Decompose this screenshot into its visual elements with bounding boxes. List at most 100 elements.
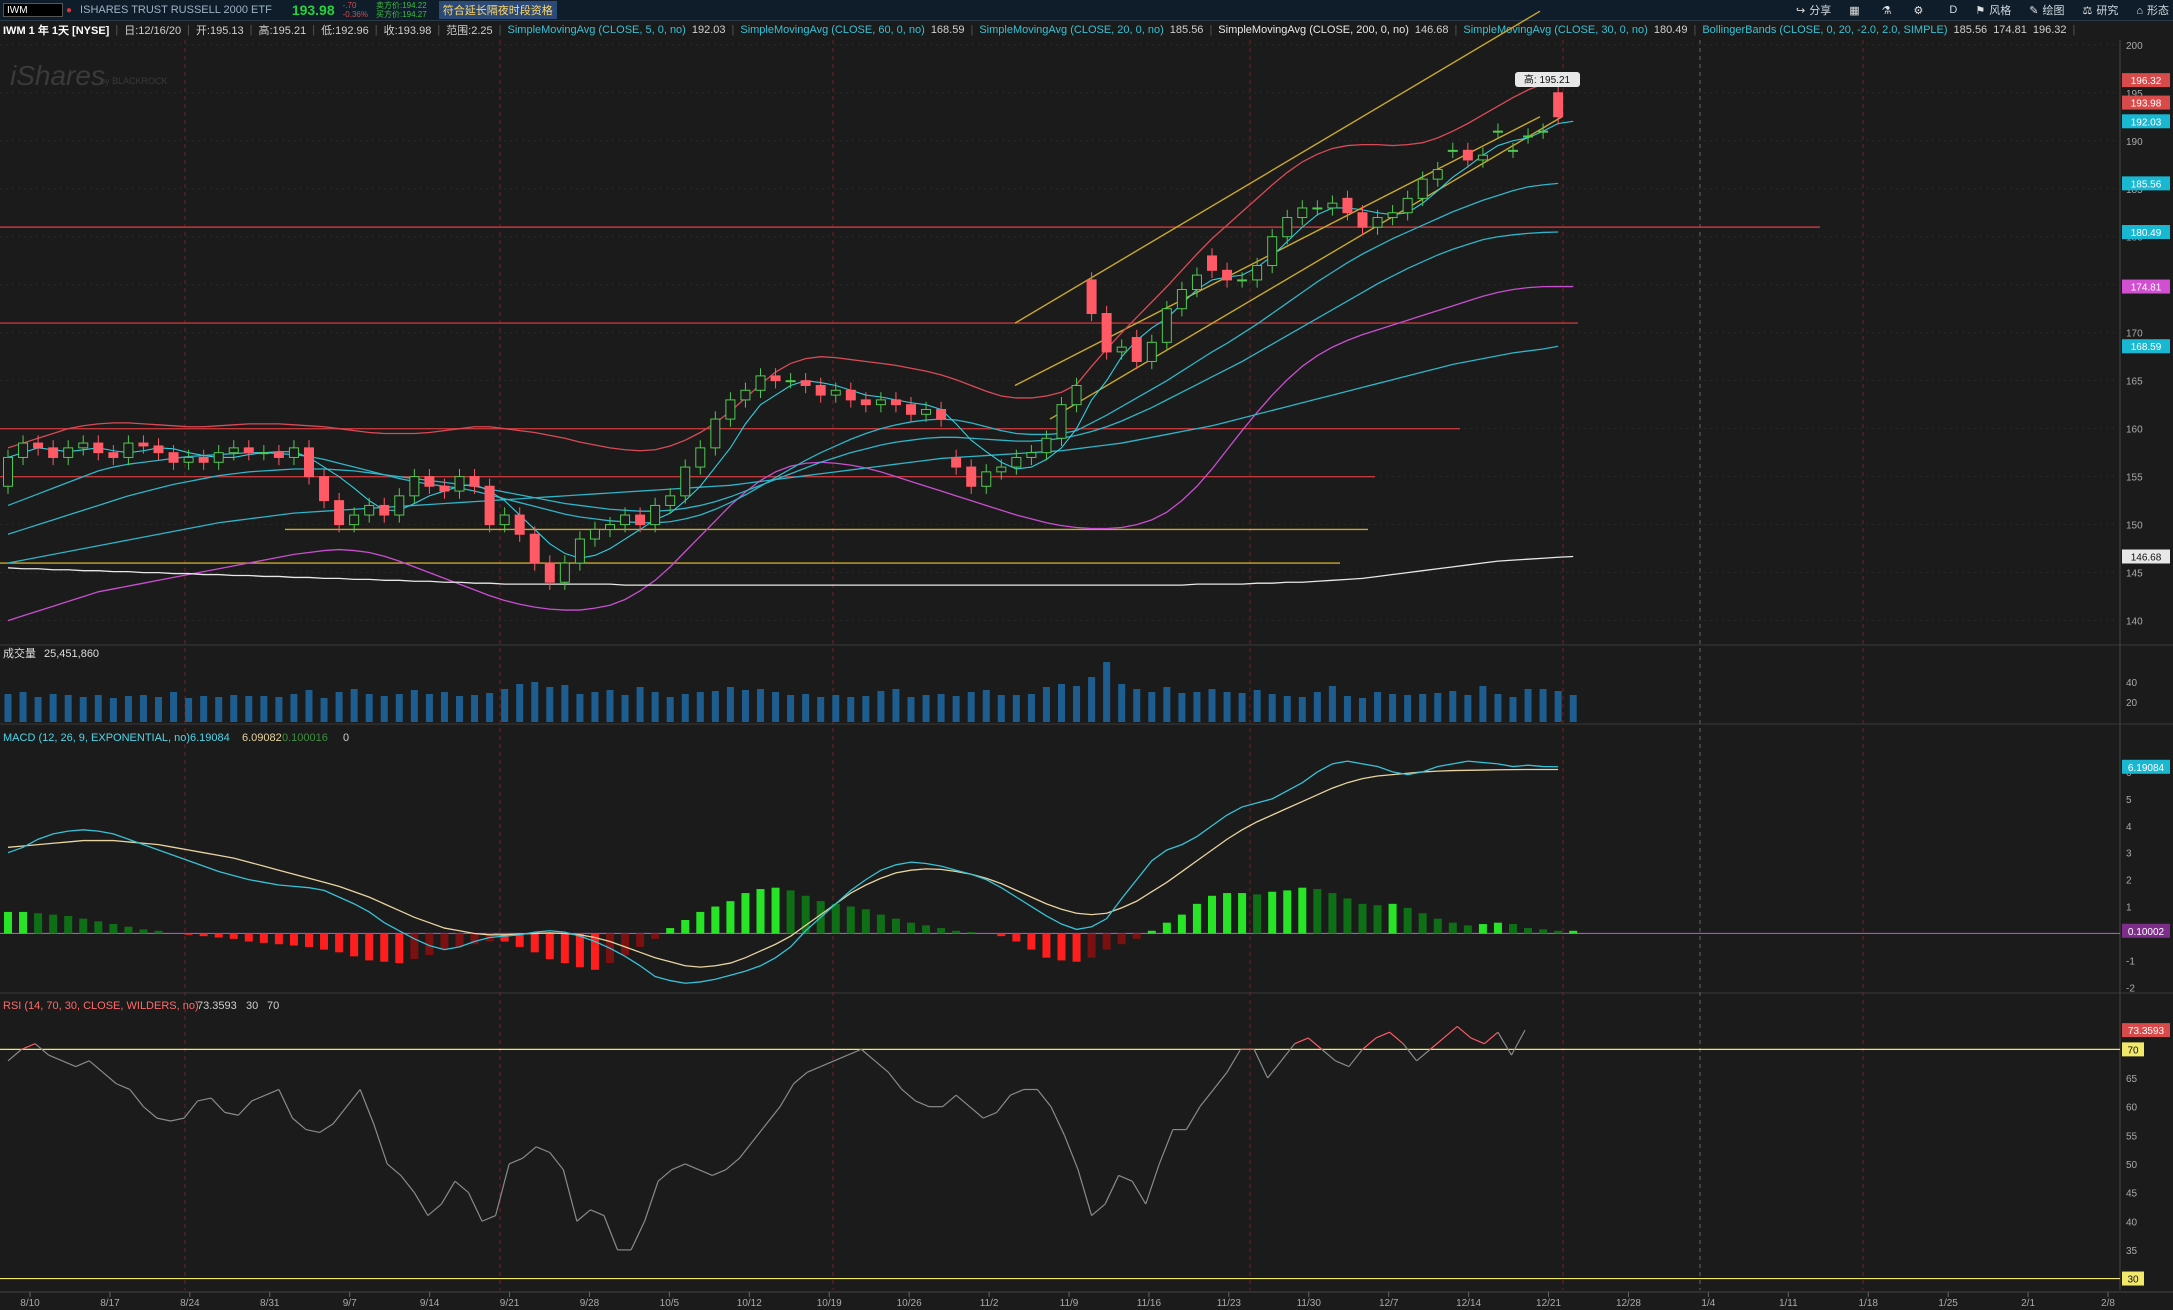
macd-histogram-bar: [922, 925, 931, 934]
volume-bar: [1434, 693, 1442, 722]
candle-body: [951, 456, 962, 468]
volume-title: 成交量: [3, 646, 36, 660]
rsi-line-segment: [265, 1088, 280, 1096]
rsi-tick-label: 35: [2126, 1246, 2138, 1257]
volume-bar: [726, 687, 734, 722]
rsi-line-segment: [346, 1089, 361, 1108]
volume-bar: [1133, 689, 1141, 722]
volume-bar: [260, 696, 268, 722]
rsi-line-segment: [536, 1146, 551, 1154]
macd-histogram-bar: [19, 911, 28, 934]
candle-body: [1237, 279, 1248, 282]
macd-histogram-bar: [681, 920, 690, 934]
rsi-value: 73.3593: [197, 1000, 237, 1012]
macd-histogram-bar: [1208, 895, 1216, 934]
rsi-line-segment: [793, 1071, 808, 1085]
candle-body: [544, 562, 555, 583]
price-label-text: 193.98: [2131, 99, 2162, 110]
macd-histogram-bar: [139, 929, 148, 934]
volume-bar: [155, 697, 162, 722]
rsi-line-segment: [1267, 1060, 1282, 1079]
candle-body: [605, 524, 615, 530]
x-tick-label: 10/26: [897, 1298, 922, 1309]
volume-bar: [1569, 695, 1577, 722]
volume-bar: [892, 689, 900, 722]
candle-body: [921, 408, 932, 415]
volume-bar: [34, 697, 42, 722]
trend-channel-line: [1014, 10, 1541, 324]
volume-bar: [49, 694, 57, 722]
volume-bar: [456, 696, 463, 722]
x-tick-label: 1/11: [1779, 1298, 1798, 1309]
candle-body: [243, 447, 254, 454]
macd-value: 6.09082: [242, 732, 282, 744]
rsi-line-segment: [75, 1060, 90, 1068]
candle-body: [981, 471, 992, 487]
rsi-line-segment: [1253, 1049, 1269, 1079]
price-tick-label: 170: [2126, 329, 2143, 340]
macd-histogram-bar: [1238, 893, 1247, 934]
volume-bar: [440, 692, 448, 722]
volume-bar: [215, 697, 223, 722]
candle-body: [1538, 130, 1549, 133]
rsi-line-segment: [833, 1054, 849, 1062]
volume-bar: [94, 695, 102, 722]
rsi-line-segment: [440, 1180, 456, 1205]
rsi-line-segment: [1321, 1048, 1336, 1062]
candle-body: [1101, 313, 1112, 353]
rsi-tick-label: 45: [2126, 1189, 2138, 1200]
x-tick-label: 11/2: [980, 1298, 999, 1309]
trend-channel-line: [1049, 116, 1563, 420]
rsi-line-segment: [508, 1157, 523, 1165]
volume-bar: [1359, 698, 1366, 722]
rsi-line-segment: [684, 1163, 700, 1171]
candle-body: [304, 447, 314, 478]
candle-body: [1071, 384, 1082, 406]
volume-bar: [64, 695, 72, 722]
macd-tick-label: -1: [2126, 956, 2135, 967]
candle-body: [1432, 169, 1443, 180]
rsi-line-segment: [210, 1097, 226, 1113]
volume-bar: [290, 694, 298, 722]
macd-histogram-bar: [1223, 893, 1232, 934]
rsi-line-segment: [1050, 1106, 1066, 1136]
macd-histogram-bar: [666, 928, 675, 934]
macd-histogram-bar: [1057, 933, 1066, 961]
rsi-line-segment: [116, 1083, 131, 1091]
candle-body: [936, 408, 947, 420]
macd-histogram-bar: [756, 889, 765, 934]
volume-bar: [1088, 677, 1096, 722]
rsi-line-segment: [1416, 1048, 1431, 1062]
rsi-line-segment: [1213, 1071, 1228, 1090]
macd-histogram-bar: [907, 922, 915, 934]
rsi-line-segment: [806, 1066, 821, 1073]
volume-bar: [1208, 689, 1216, 722]
macd-histogram-bar: [229, 933, 238, 939]
candle-body: [1267, 236, 1278, 267]
x-tick-label: 1/25: [1938, 1298, 1958, 1309]
macd-histogram-bar: [621, 933, 630, 955]
rsi-line-segment: [522, 1146, 537, 1159]
rsi-line-segment: [969, 1106, 984, 1119]
volume-bar: [395, 694, 403, 722]
volume-bar: [952, 696, 960, 722]
volume-bar: [335, 692, 343, 722]
rsi-line-segment: [1389, 1031, 1404, 1045]
macd-histogram-bar: [891, 918, 900, 934]
price-label-text: 174.81: [2131, 283, 2162, 294]
volume-bar: [1163, 687, 1171, 722]
volume-bar: [847, 697, 855, 722]
macd-histogram-bar: [1373, 905, 1382, 934]
candle-body: [1207, 255, 1217, 271]
volume-bar: [471, 695, 479, 722]
chart-canvas[interactable]: 200195190185180175170165160155150145140i…: [0, 0, 2173, 1310]
volume-bar: [531, 682, 539, 722]
candle-body: [33, 442, 44, 449]
rsi-value: 70: [267, 1000, 279, 1012]
rsi-line-segment: [1063, 1135, 1079, 1170]
macd-histogram-bar: [1012, 933, 1021, 942]
macd-histogram-bar: [741, 893, 750, 934]
high-bubble-text: 高: 195.21: [1524, 73, 1571, 86]
candle-body: [1477, 154, 1488, 161]
macd-histogram-bar: [937, 928, 946, 934]
